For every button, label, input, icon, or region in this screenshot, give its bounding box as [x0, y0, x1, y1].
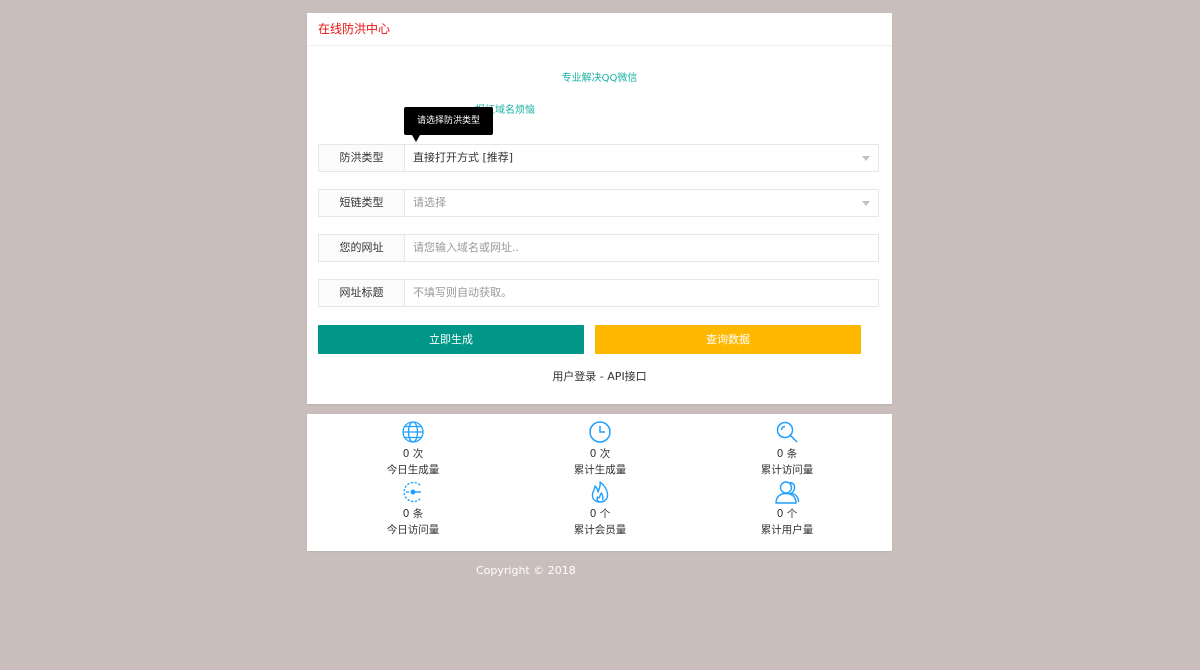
footer-links: 用户登录 - API接口	[307, 368, 892, 384]
link-separator: -	[596, 370, 608, 383]
chevron-down-icon	[862, 156, 870, 161]
url-field-wrap	[405, 235, 878, 261]
stat-total-visits: 0 条 累计访问量	[707, 420, 867, 478]
stat-label: 累计访问量	[760, 464, 814, 476]
short-link-label: 短链类型	[319, 190, 405, 216]
tooltip: 请选择防洪类型	[404, 107, 493, 142]
stat-value: 0 次	[589, 448, 611, 460]
globe-icon	[402, 421, 424, 443]
stat-value: 0 个	[589, 508, 611, 520]
generate-button[interactable]: 立即生成	[318, 325, 584, 354]
url-row: 您的网址	[318, 234, 879, 262]
short-link-select-value: 请选择	[413, 196, 446, 209]
stat-label: 今日生成量	[386, 464, 440, 476]
api-link[interactable]: API接口	[607, 370, 646, 383]
title-label: 网址标题	[319, 280, 405, 306]
type-select[interactable]: 直接打开方式 [推荐]	[405, 145, 878, 171]
stats-panel: 0 次 今日生成量 0 次 累计生成量 0 条 累计访问量 0 条 今日访问量	[307, 414, 892, 551]
chevron-down-icon	[862, 201, 870, 206]
query-data-button[interactable]: 查询数据	[595, 325, 861, 354]
type-row: 防洪类型 直接打开方式 [推荐]	[318, 144, 879, 172]
title-row: 网址标题	[318, 279, 879, 307]
url-input[interactable]	[413, 235, 855, 260]
stat-today-generated: 0 次 今日生成量	[333, 420, 493, 478]
stat-label: 累计用户量	[760, 524, 814, 536]
stat-value: 0 个	[776, 508, 798, 520]
url-label: 您的网址	[319, 235, 405, 261]
stat-total-users: 0 个 累计用户量	[707, 480, 867, 538]
tip-line-1: 专业解决QQ微信	[561, 73, 638, 84]
users-icon	[775, 481, 800, 504]
short-link-row: 短链类型 请选择	[318, 189, 879, 217]
stat-value: 0 条	[776, 448, 798, 460]
copyright-text: Copyright © 2018	[476, 564, 576, 577]
stat-label: 今日访问量	[386, 524, 440, 536]
fire-icon	[591, 481, 609, 503]
search-icon	[776, 421, 798, 443]
stat-label: 累计会员量	[573, 524, 627, 536]
short-link-select[interactable]: 请选择	[405, 190, 878, 216]
type-label: 防洪类型	[319, 145, 405, 171]
title-input[interactable]	[413, 280, 855, 305]
title-field-wrap	[405, 280, 878, 306]
stat-total-generated: 0 次 累计生成量	[520, 420, 680, 478]
speed-icon	[403, 481, 421, 503]
stat-today-visits: 0 条 今日访问量	[333, 480, 493, 538]
stat-value: 0 次	[402, 448, 424, 460]
generator-panel: 在线防洪中心 专业解决QQ微信 报红域名烦恼 请选择防洪类型 防洪类型 直接打开…	[307, 13, 892, 404]
clock-icon	[589, 421, 611, 443]
panel-title: 在线防洪中心	[307, 13, 892, 46]
stat-value: 0 条	[402, 508, 424, 520]
login-link[interactable]: 用户登录	[552, 370, 596, 383]
stat-label: 累计生成量	[573, 464, 627, 476]
type-select-value: 直接打开方式 [推荐]	[413, 151, 514, 164]
stat-total-members: 0 个 累计会员量	[520, 480, 680, 538]
